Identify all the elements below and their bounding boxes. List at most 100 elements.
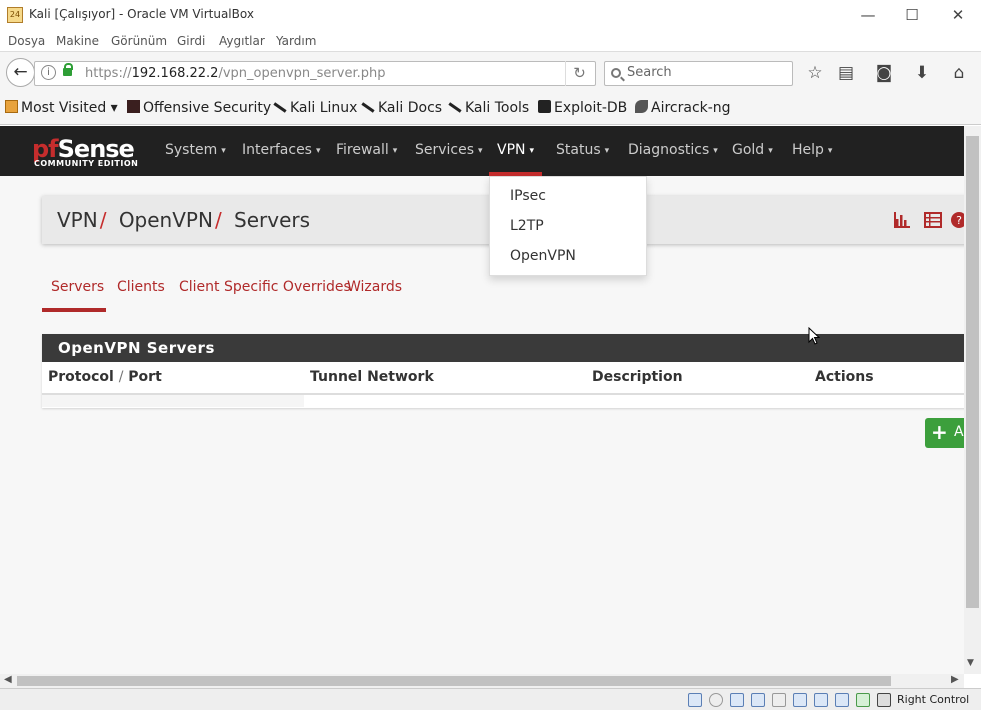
- menu-aygitlar[interactable]: Aygıtlar: [219, 34, 265, 48]
- search-bar[interactable]: [604, 61, 793, 86]
- back-button[interactable]: ←: [6, 58, 35, 87]
- url-text[interactable]: https://192.168.22.2/vpn_openvpn_server.…: [85, 66, 385, 81]
- tab-bar: Servers Clients Client Specific Override…: [42, 271, 964, 313]
- info-icon[interactable]: i: [41, 65, 56, 80]
- bookmark-kali-linux[interactable]: Kali Linux: [273, 100, 357, 116]
- menu-yardim[interactable]: Yardım: [276, 34, 316, 48]
- dropdown-item-openvpn[interactable]: OpenVPN: [510, 248, 576, 264]
- bookmark-label: Aircrack-ng: [651, 100, 731, 116]
- virtualbox-menubar: Dosya Makine Görünüm Girdi Aygıtlar Yard…: [0, 30, 981, 52]
- network-icon[interactable]: [751, 693, 765, 707]
- caret-down-icon: ▾: [392, 146, 398, 156]
- reload-icon[interactable]: ↻: [565, 61, 593, 86]
- column-header-actions[interactable]: Actions: [815, 369, 874, 385]
- nav-gold[interactable]: Gold ▾: [732, 126, 773, 176]
- tab-servers[interactable]: Servers: [51, 279, 104, 295]
- menu-gorunum[interactable]: Görünüm: [111, 34, 167, 48]
- bookmark-aircrack-ng[interactable]: Aircrack-ng: [635, 100, 731, 116]
- window-titlebar: 24 Kali [Çalışıyor] - Oracle VM VirtualB…: [0, 0, 981, 30]
- optical-drive-icon[interactable]: [709, 693, 723, 707]
- menu-girdi[interactable]: Girdi: [177, 34, 205, 48]
- menu-makine[interactable]: Makine: [56, 34, 99, 48]
- mouse-cursor-icon: [808, 327, 820, 345]
- column-header-protocol-port[interactable]: Protocol / Port: [48, 369, 162, 385]
- help-icon[interactable]: ?: [950, 212, 964, 228]
- shared-folders-icon[interactable]: [793, 693, 807, 707]
- horizontal-scrollbar[interactable]: ◀ ▶: [0, 674, 964, 688]
- url-bar[interactable]: i https://192.168.22.2/vpn_openvpn_serve…: [34, 61, 596, 86]
- nav-label: Interfaces: [242, 142, 312, 158]
- caret-down-icon: ▾: [221, 146, 226, 156]
- bookmark-exploit-db[interactable]: Exploit-DB: [538, 100, 627, 116]
- bookmark-label: Offensive Security: [143, 100, 272, 116]
- nav-system[interactable]: System ▾: [165, 126, 226, 176]
- bookmark-label: Kali Tools: [465, 100, 530, 116]
- openvpn-servers-panel: OpenVPN Servers Protocol / Port Tunnel N…: [42, 334, 964, 408]
- vertical-scrollbar[interactable]: ▼: [964, 126, 981, 674]
- tab-clients[interactable]: Clients: [117, 279, 165, 295]
- nav-diagnostics[interactable]: Diagnostics ▾: [628, 126, 718, 176]
- bar-chart-icon[interactable]: [893, 212, 911, 228]
- bookmark-label: Most Visited ▾: [21, 100, 118, 116]
- caret-down-icon: ▾: [604, 146, 610, 156]
- active-tab-indicator: [42, 308, 106, 312]
- vt-x-icon[interactable]: [856, 693, 870, 707]
- maximize-button[interactable]: ☐: [892, 2, 932, 28]
- nav-label: Services: [415, 142, 475, 158]
- nav-label: Help: [792, 142, 824, 158]
- scroll-down-arrow-icon[interactable]: ▼: [967, 658, 974, 668]
- dropdown-item-ipsec[interactable]: IPsec: [510, 188, 546, 204]
- tab-client-specific-overrides[interactable]: Client Specific Overrides: [179, 279, 351, 295]
- search-icon: [611, 68, 621, 78]
- star-icon[interactable]: ☆: [802, 61, 828, 85]
- logo-subtitle: COMMUNITY EDITION: [34, 159, 139, 168]
- bookmark-kali-tools[interactable]: Kali Tools: [448, 100, 529, 116]
- scroll-left-arrow-icon[interactable]: ◀: [4, 674, 12, 685]
- search-input[interactable]: [627, 65, 787, 80]
- tab-wizards[interactable]: Wizards: [347, 279, 402, 295]
- pfsense-navbar: pfSense COMMUNITY EDITION System ▾ Interf…: [0, 126, 964, 176]
- nav-status[interactable]: Status ▾: [556, 126, 609, 176]
- nav-firewall[interactable]: Firewall ▾: [336, 126, 397, 176]
- bookmark-most-visited[interactable]: Most Visited ▾: [5, 100, 118, 116]
- lock-icon[interactable]: [63, 63, 73, 76]
- scroll-right-arrow-icon[interactable]: ▶: [951, 674, 959, 685]
- nav-label: Status: [556, 142, 601, 158]
- column-port-label: Port: [128, 369, 162, 385]
- usb-icon[interactable]: [772, 693, 786, 707]
- vpn-dropdown-menu: IPsec L2TP OpenVPN: [489, 176, 647, 276]
- storage-icon[interactable]: [688, 693, 702, 707]
- download-icon[interactable]: ⬇: [909, 61, 935, 85]
- pocket-icon[interactable]: ◙: [871, 61, 897, 85]
- table-list-icon[interactable]: [924, 212, 942, 228]
- column-header-description[interactable]: Description: [592, 369, 683, 385]
- nav-vpn[interactable]: VPN ▾: [488, 126, 543, 176]
- vertical-scroll-thumb[interactable]: [966, 136, 979, 608]
- horizontal-scroll-thumb[interactable]: [17, 676, 891, 686]
- column-header-tunnel-network[interactable]: Tunnel Network: [310, 369, 434, 385]
- virtualbox-app-icon: 24: [7, 7, 23, 23]
- bookmark-offensive-security[interactable]: Offensive Security: [127, 100, 271, 116]
- nav-interfaces[interactable]: Interfaces ▾: [242, 126, 321, 176]
- minimize-button[interactable]: —: [848, 2, 888, 28]
- breadcrumb-vpn[interactable]: VPN: [57, 208, 98, 232]
- close-button[interactable]: ✕: [938, 2, 978, 28]
- menu-dosya[interactable]: Dosya: [8, 34, 45, 48]
- mouse-integration-icon[interactable]: [877, 693, 891, 707]
- video-capture-icon[interactable]: [835, 693, 849, 707]
- nav-services[interactable]: Services ▾: [415, 126, 483, 176]
- display-icon[interactable]: [814, 693, 828, 707]
- pfsense-logo[interactable]: pfSense COMMUNITY EDITION: [32, 135, 142, 169]
- nav-help[interactable]: Help ▾: [792, 126, 832, 176]
- audio-icon[interactable]: [730, 693, 744, 707]
- bookmark-kali-docs[interactable]: Kali Docs: [361, 100, 442, 116]
- table-row: [42, 395, 304, 407]
- home-icon[interactable]: ⌂: [946, 61, 972, 85]
- reader-icon[interactable]: ▤: [833, 61, 859, 85]
- bookmark-label: Kali Docs: [378, 100, 443, 116]
- dropdown-item-l2tp[interactable]: L2TP: [510, 218, 544, 234]
- breadcrumb-openvpn[interactable]: OpenVPN: [119, 208, 213, 232]
- nav-label: System: [165, 142, 218, 158]
- add-server-button[interactable]: + Add: [925, 418, 964, 448]
- column-protocol-label: Protocol: [48, 369, 114, 385]
